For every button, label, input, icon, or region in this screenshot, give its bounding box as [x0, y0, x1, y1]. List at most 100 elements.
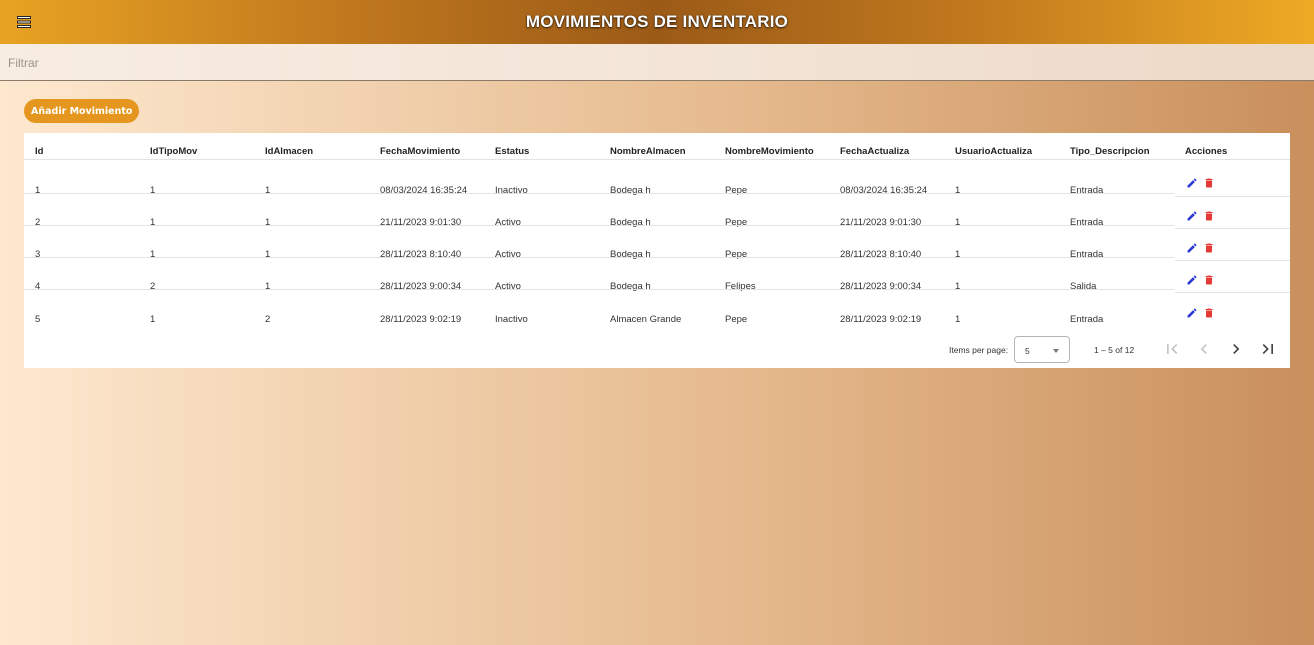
column-header-idtipomov[interactable]: IdTipoMov	[150, 146, 197, 157]
next-page-icon[interactable]	[1226, 339, 1246, 359]
cell-idalmacen: 1	[265, 185, 271, 196]
cell-usuarioactualiza: 1	[955, 281, 961, 292]
app-header: MOVIMIENTOS DE INVENTARIO	[0, 0, 1314, 44]
cell-nombrealmacen: Bodega h	[610, 249, 651, 260]
cell-fechaactualiza: 08/03/2024 16:35:24	[840, 185, 928, 196]
cell-tipo-descripcion: Entrada	[1070, 185, 1104, 196]
cell-nombremovimiento: Pepe	[725, 249, 748, 260]
edit-pencil-icon[interactable]	[1186, 177, 1198, 189]
cell-usuarioactualiza: 1	[955, 217, 961, 228]
delete-trash-icon[interactable]	[1203, 242, 1215, 254]
delete-trash-icon[interactable]	[1203, 274, 1215, 286]
table-header-row: Id IdTipoMov IdAlmacen FechaMovimiento E…	[24, 133, 1290, 160]
edit-pencil-icon[interactable]	[1186, 210, 1198, 222]
cell-id: 4	[35, 281, 41, 292]
cell-idalmacen: 2	[265, 314, 271, 325]
cell-fechaactualiza: 21/11/2023 9:01:30	[840, 217, 922, 228]
cell-idalmacen: 1	[265, 217, 271, 228]
first-page-icon[interactable]	[1162, 339, 1182, 359]
edit-pencil-icon[interactable]	[1186, 242, 1198, 254]
cell-nombremovimiento: Felipes	[725, 281, 756, 292]
cell-idalmacen: 1	[265, 249, 271, 260]
filter-input[interactable]	[8, 54, 608, 72]
cell-usuarioactualiza: 1	[955, 314, 961, 325]
cell-nombrealmacen: Bodega h	[610, 281, 651, 292]
cell-estatus: Inactivo	[495, 314, 528, 325]
cell-nombrealmacen: Bodega h	[610, 217, 651, 228]
delete-trash-icon[interactable]	[1203, 177, 1215, 189]
column-header-estatus[interactable]: Estatus	[495, 146, 529, 157]
cell-nombrealmacen: Bodega h	[610, 185, 651, 196]
cell-nombremovimiento: Pepe	[725, 185, 748, 196]
delete-trash-icon[interactable]	[1203, 210, 1215, 222]
chevron-down-icon	[1053, 349, 1059, 353]
column-header-fechamovimiento[interactable]: FechaMovimiento	[380, 146, 460, 157]
table-row: 3 1 1 28/11/2023 8:10:40 Activo Bodega h…	[24, 234, 1290, 266]
column-header-idalmacen[interactable]: IdAlmacen	[265, 146, 313, 157]
movements-table: Id IdTipoMov IdAlmacen FechaMovimiento E…	[24, 133, 1290, 368]
cell-tipo-descripcion: Entrada	[1070, 217, 1104, 228]
table-row: 5 1 2 28/11/2023 9:02:19 Inactivo Almace…	[24, 299, 1290, 331]
previous-page-icon[interactable]	[1194, 339, 1214, 359]
table-row: 2 1 1 21/11/2023 9:01:30 Activo Bodega h…	[24, 202, 1290, 234]
cell-idtipomov: 1	[150, 217, 156, 228]
row-divider	[24, 257, 1175, 258]
add-movement-button[interactable]: Añadir Movimiento	[24, 99, 140, 123]
cell-estatus: Activo	[495, 217, 521, 228]
column-header-tipo-descripcion[interactable]: Tipo_Descripcion	[1070, 146, 1150, 157]
cell-fechamovimiento: 28/11/2023 9:00:34	[380, 281, 462, 292]
cell-nombremovimiento: Pepe	[725, 217, 748, 228]
filter-bar	[0, 44, 1314, 81]
cell-fechaactualiza: 28/11/2023 9:02:19	[840, 314, 922, 325]
cell-tipo-descripcion: Entrada	[1070, 314, 1104, 325]
edit-pencil-icon[interactable]	[1186, 307, 1198, 319]
row-divider	[24, 225, 1175, 226]
column-header-nombrealmacen[interactable]: NombreAlmacen	[610, 146, 686, 157]
cell-estatus: Activo	[495, 281, 521, 292]
page-size-select[interactable]: 5	[1014, 336, 1070, 363]
page-range-label: 1 – 5 of 12	[1094, 345, 1135, 355]
column-header-fechaactualiza[interactable]: FechaActualiza	[840, 146, 909, 157]
column-header-nombremovimiento[interactable]: NombreMovimiento	[725, 146, 814, 157]
cell-id: 2	[35, 217, 41, 228]
items-per-page-label: Items per page:	[949, 345, 1009, 355]
cell-idtipomov: 2	[150, 281, 156, 292]
cell-fechamovimiento: 28/11/2023 8:10:40	[380, 249, 462, 260]
cell-id: 5	[35, 314, 41, 325]
last-page-icon[interactable]	[1258, 339, 1278, 359]
row-divider	[1175, 196, 1290, 197]
row-divider	[24, 193, 1175, 194]
row-divider	[1175, 228, 1290, 229]
page-title: MOVIMIENTOS DE INVENTARIO	[525, 12, 789, 31]
cell-tipo-descripcion: Salida	[1070, 281, 1097, 292]
cell-nombremovimiento: Pepe	[725, 314, 748, 325]
cell-fechamovimiento: 08/03/2024 16:35:24	[380, 185, 468, 196]
cell-idtipomov: 1	[150, 185, 156, 196]
column-header-acciones: Acciones	[1185, 146, 1228, 157]
cell-id: 1	[35, 185, 41, 196]
page-size-value: 5	[1025, 346, 1030, 356]
cell-id: 3	[35, 249, 41, 260]
row-divider	[1175, 260, 1290, 261]
cell-fechamovimiento: 28/11/2023 9:02:19	[380, 314, 462, 325]
cell-estatus: Activo	[495, 249, 521, 260]
cell-idtipomov: 1	[150, 314, 156, 325]
cell-usuarioactualiza: 1	[955, 249, 961, 260]
hamburger-menu-icon[interactable]	[16, 15, 32, 29]
cell-idalmacen: 1	[265, 281, 271, 292]
row-divider	[24, 289, 1175, 290]
table-row: 4 2 1 28/11/2023 9:00:34 Activo Bodega h…	[24, 266, 1290, 298]
delete-trash-icon[interactable]	[1203, 307, 1215, 319]
column-header-id[interactable]: Id	[35, 146, 43, 157]
cell-fechaactualiza: 28/11/2023 9:00:34	[840, 281, 922, 292]
cell-idtipomov: 1	[150, 249, 156, 260]
cell-nombrealmacen: Almacen Grande	[610, 314, 682, 325]
column-header-usuarioactualiza[interactable]: UsuarioActualiza	[955, 146, 1032, 157]
row-divider	[1175, 292, 1290, 293]
table-row: 1 1 1 08/03/2024 16:35:24 Inactivo Bodeg…	[24, 170, 1290, 202]
cell-usuarioactualiza: 1	[955, 185, 961, 196]
edit-pencil-icon[interactable]	[1186, 274, 1198, 286]
cell-tipo-descripcion: Entrada	[1070, 249, 1104, 260]
paginator: Items per page: 5 1 – 5 of 12	[24, 333, 1290, 363]
cell-estatus: Inactivo	[495, 185, 528, 196]
